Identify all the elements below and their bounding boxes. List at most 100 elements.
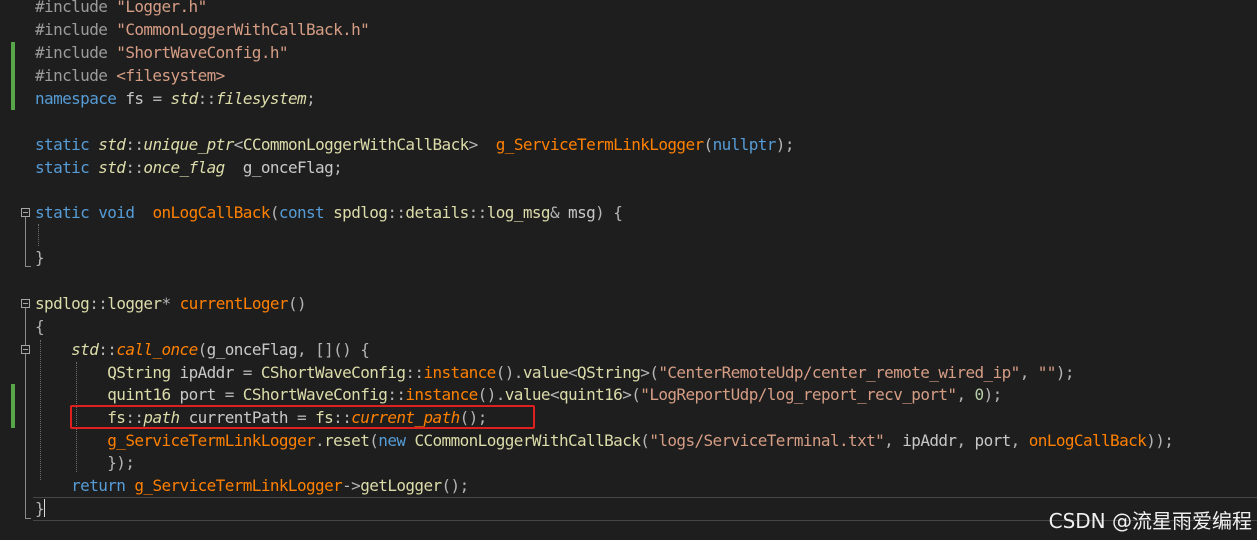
code-token: > <box>468 135 496 154</box>
code-token: :: <box>405 363 424 382</box>
code-line[interactable]: { <box>35 315 45 338</box>
code-token: return <box>71 476 135 495</box>
code-token: std <box>98 158 126 177</box>
code-token: ) { <box>595 203 623 222</box>
code-token: ( <box>703 135 714 154</box>
code-token: onLogCallBack <box>1028 431 1147 450</box>
code-token: getLogger <box>360 476 442 495</box>
code-line[interactable]: #include "ShortWaveConfig.h" <box>35 41 289 64</box>
code-token: , <box>956 385 975 404</box>
code-editor[interactable]: #include "Logger.h" #include "CommonLogg… <box>0 0 1257 540</box>
code-token: = <box>224 385 243 404</box>
code-line[interactable]: QString ipAddr = CShortWaveConfig::insta… <box>35 361 1074 384</box>
watermark-text: CSDN @流星雨爱编程 <box>1048 509 1252 533</box>
code-token: ( <box>369 431 379 450</box>
code-token: g_ServiceTermLinkLogger <box>134 476 343 495</box>
code-token: "LogReportUdp/log_report_recv_port" <box>640 385 957 404</box>
code-token: = <box>242 363 261 382</box>
code-token: ipAddr <box>902 431 957 450</box>
code-token: spdlog <box>333 203 388 222</box>
code-line[interactable]: g_ServiceTermLinkLogger.reset(new CCommo… <box>35 429 1174 452</box>
code-token: msg <box>568 203 596 222</box>
code-token: ); <box>775 135 795 154</box>
code-line[interactable]: }); <box>35 451 135 474</box>
code-token: "CommonLoggerWithCallBack.h" <box>116 20 370 39</box>
code-token: :: <box>197 89 217 108</box>
code-token: #include <box>35 66 117 85</box>
code-token: < <box>549 385 560 404</box>
code-token: }); <box>35 453 135 472</box>
code-token: nullptr <box>712 135 777 154</box>
code-token: value <box>522 363 569 382</box>
code-token: , []() { <box>297 340 370 359</box>
fold-toggle-icon[interactable] <box>21 208 30 217</box>
code-token: const <box>278 203 334 222</box>
code-token: ; <box>333 158 343 177</box>
code-token: namespace <box>35 89 126 108</box>
code-line[interactable]: static void onLogCallBack(const spdlog::… <box>35 201 623 224</box>
code-token: new <box>378 431 415 450</box>
code-token: :: <box>98 340 117 359</box>
code-token: )); <box>1146 431 1174 450</box>
code-token: currentLoger <box>179 294 289 313</box>
code-token: >( <box>622 385 641 404</box>
code-token: * <box>161 294 180 313</box>
code-line[interactable]: return g_ServiceTermLinkLogger->getLogge… <box>35 474 469 497</box>
code-token: static void <box>35 203 153 222</box>
code-line[interactable]: #include "Logger.h" <box>35 0 207 18</box>
code-token: "Logger.h" <box>116 0 207 16</box>
fold-toggle-icon[interactable] <box>21 345 30 354</box>
code-line[interactable]: #include "CommonLoggerWithCallBack.h" <box>35 18 370 41</box>
code-token: #include <box>35 0 117 16</box>
code-token: "logs/ServiceTerminal.txt" <box>649 431 885 450</box>
code-token: CCommonLoggerWithCallBack <box>414 431 641 450</box>
indent-guide <box>38 224 39 246</box>
code-line[interactable]: namespace fs = std::filesystem; <box>35 87 316 110</box>
code-token: CCommonLoggerWithCallBack <box>242 135 469 154</box>
code-line[interactable]: quint16 port = CShortWaveConfig::instanc… <box>35 383 1002 406</box>
code-line[interactable]: } <box>35 246 45 269</box>
code-token: (). <box>477 385 506 404</box>
fold-toggle-icon[interactable] <box>21 299 30 308</box>
code-line[interactable]: #include <filesystem> <box>35 64 225 87</box>
code-token: instance <box>405 385 478 404</box>
code-token: onLogCallBack <box>152 203 270 222</box>
text-caret <box>44 499 45 517</box>
code-line[interactable]: } <box>35 497 45 520</box>
code-token: log_msg <box>486 203 551 222</box>
code-token: < <box>233 135 244 154</box>
code-line[interactable]: static std::once_flag g_onceFlag; <box>35 156 343 179</box>
code-token: "" <box>1037 363 1057 382</box>
code-token: std <box>170 89 199 108</box>
code-line[interactable]: spdlog::logger* currentLoger() <box>35 292 307 315</box>
code-token: g_ServiceTermLinkLogger <box>495 135 704 154</box>
code-token: quint16 <box>107 385 180 404</box>
code-line[interactable]: static std::unique_ptr<CCommonLoggerWith… <box>35 133 794 156</box>
code-token: } <box>35 248 45 267</box>
code-token: :: <box>387 385 406 404</box>
code-token: static <box>35 135 99 154</box>
code-token: port <box>974 431 1012 450</box>
code-token: :: <box>89 294 108 313</box>
code-token: :: <box>125 158 144 177</box>
code-token: once_flag <box>143 158 225 177</box>
code-token: ( <box>640 431 650 450</box>
code-token: std <box>98 135 126 154</box>
annotation-highlight-box <box>70 405 535 429</box>
code-token: g_onceFlag <box>206 340 298 359</box>
code-token: , <box>956 431 975 450</box>
code-token: "ShortWaveConfig.h" <box>116 43 288 62</box>
code-token: reset <box>324 431 370 450</box>
code-line[interactable]: std::call_once(g_onceFlag, []() { <box>35 338 370 361</box>
code-token: :: <box>387 203 406 222</box>
code-token: ipAddr <box>179 363 243 382</box>
code-token: details <box>405 203 469 222</box>
code-token: ( <box>269 203 280 222</box>
code-token: quint16 <box>558 385 623 404</box>
code-token: spdlog <box>35 294 90 313</box>
code-token: , <box>884 431 903 450</box>
